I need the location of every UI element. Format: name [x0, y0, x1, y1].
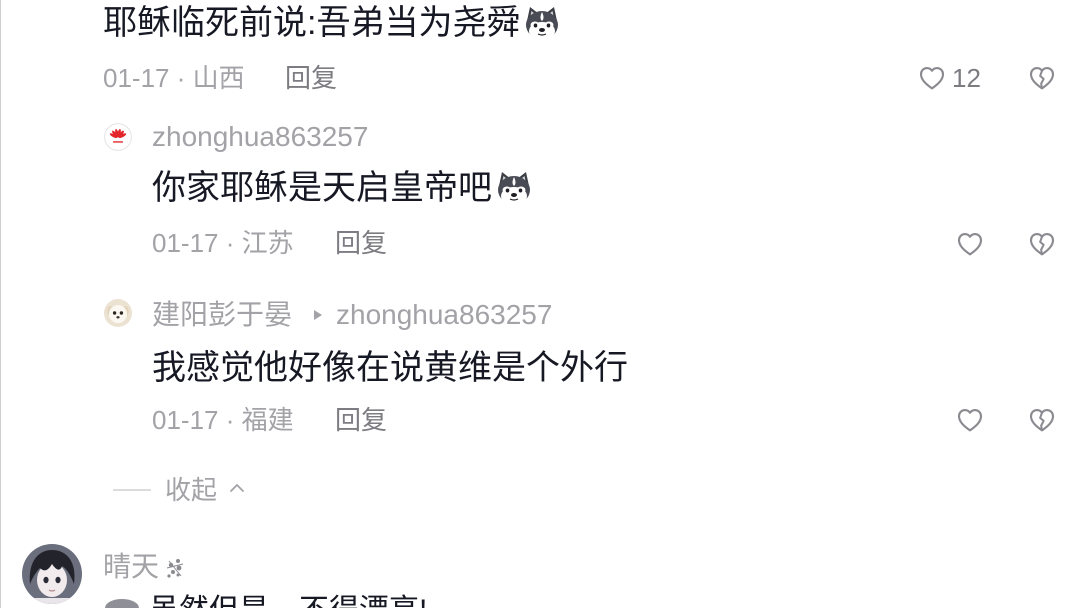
reply-text: 你家耶稣是天启皇帝吧 — [152, 169, 492, 207]
puppy-avatar[interactable] — [104, 299, 132, 327]
reply-username[interactable]: 建阳彭于晏 — [152, 297, 292, 333]
reply-text: 我感觉他好像在说黄维是个外行 — [152, 349, 628, 387]
reply-meta: 01-17 · 福建 — [152, 405, 294, 435]
sparkle-icon — [166, 559, 184, 578]
triangle-right-icon — [314, 310, 322, 320]
reply-meta: 01-17 · 江苏 — [152, 228, 294, 258]
comment-username[interactable]: 晴天 — [103, 549, 159, 585]
reply-button[interactable]: 回复 — [285, 60, 337, 96]
collapse-button[interactable]: 收起 — [165, 472, 217, 508]
emoji-icon — [105, 599, 139, 608]
collapse-divider — [113, 489, 151, 491]
reply-to-username[interactable]: zhonghua863257 — [336, 297, 552, 333]
comment-text-row: 虽然但是，不得漂亮! — [103, 594, 523, 608]
chevron-up-icon[interactable] — [229, 482, 245, 494]
reply-button[interactable]: 回复 — [335, 225, 387, 261]
comment-text: 虽然但是，不得漂亮! — [149, 594, 519, 608]
like-count: 12 — [952, 63, 981, 93]
dislike-broken-heart-icon[interactable] — [1027, 405, 1057, 435]
left-edge-divider — [0, 0, 1, 608]
comment-text: 耶稣临死前说:吾弟当为尧舜 — [103, 4, 521, 42]
dislike-broken-heart-icon[interactable] — [1027, 229, 1057, 259]
huawei-logo-avatar[interactable] — [104, 123, 132, 151]
reply-button[interactable]: 回复 — [335, 402, 387, 438]
husky-emoji-icon — [498, 172, 530, 205]
dislike-broken-heart-icon[interactable] — [1027, 63, 1057, 93]
comment-body: 耶稣临死前说:吾弟当为尧舜 — [103, 3, 562, 43]
like-heart-icon[interactable] — [955, 405, 985, 435]
like-heart-icon[interactable] — [917, 63, 947, 93]
reply-body: 你家耶稣是天启皇帝吧 — [152, 168, 534, 208]
husky-emoji-icon — [526, 7, 559, 40]
like-heart-icon[interactable] — [955, 229, 985, 259]
comment-meta: 01-17 · 山西 — [103, 63, 245, 93]
anime-avatar[interactable] — [22, 544, 82, 604]
reply-username[interactable]: zhonghua863257 — [152, 119, 368, 155]
